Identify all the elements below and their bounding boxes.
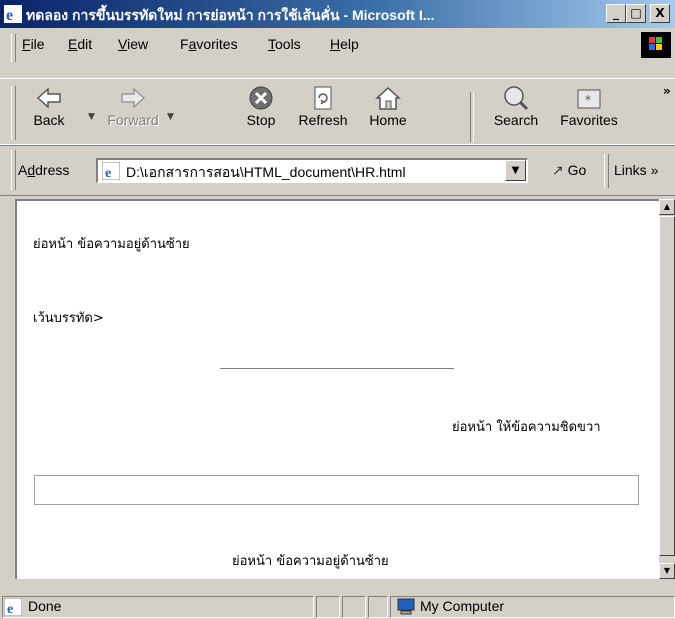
left-paragraph-text: ย่อหน้า ข้อความอยู่ด้านซ้าย [33,237,190,252]
close-button[interactable]: X [650,4,670,23]
menu-favorites[interactable]: Favorites [180,36,238,52]
svg-text:*: * [585,93,591,107]
windows-logo-icon [641,32,671,58]
line-break-text: เว้นบรรทัด> [33,311,104,326]
forward-arrow-icon [121,87,146,109]
address-grip[interactable] [11,150,16,190]
right-aligned-text: ย่อหน้า ให้ข้อความชิดขวา [452,420,601,435]
favorites-folder-icon: * [577,89,601,109]
stop-icon [249,86,273,110]
status-pane-2 [316,596,340,618]
horizontal-rule-thick [34,475,639,505]
maximize-button[interactable]: □ [626,4,646,23]
home-label: Home [369,112,407,128]
toolbar-separator [470,92,474,142]
page-content [15,199,659,579]
my-computer-icon [397,598,415,615]
forward-label: Forward [107,112,159,128]
address-value[interactable]: D:\เอกสารการสอน\HTML_document\HR.html [126,162,406,184]
address-dropdown-icon[interactable]: ▼ [505,160,526,181]
scroll-up-arrow-icon[interactable]: ▲ [659,199,675,215]
scroll-down-arrow-icon[interactable]: ▼ [659,563,675,579]
minimize-button[interactable]: _ [606,4,626,23]
home-icon [375,86,401,110]
toolbar-grip[interactable] [11,86,16,140]
horizontal-rule-centered [220,368,454,370]
links-separator [604,154,609,188]
refresh-label: Refresh [298,112,348,128]
menu-file[interactable]: File [22,36,45,52]
back-label: Back [33,112,65,128]
title-bar[interactable]: e ทดลอง การขึ้นบรรทัดใหม่ การย่อหน้า การ… [0,0,675,28]
favorites-button[interactable]: * Favorites [554,84,624,128]
menu-edit[interactable]: Edit [68,36,92,52]
stop-label: Stop [246,112,276,128]
svg-text:e: e [6,7,13,23]
window-title: ทดลอง การขึ้นบรรทัดใหม่ การย่อหน้า การใช… [26,7,435,23]
status-ie-icon: e [4,598,22,616]
back-dropdown-icon[interactable]: ▼ [88,112,95,122]
address-label: Address [18,162,70,178]
links-button[interactable]: Links » [614,162,658,178]
back-arrow-icon [36,87,61,109]
search-button[interactable]: Search [486,84,546,128]
go-button[interactable]: ↗ Go [552,162,586,179]
ie-logo-icon: e [4,5,22,23]
search-globe-icon [504,86,529,111]
status-text: Done [28,598,62,614]
svg-text:e: e [7,602,13,616]
menu-help[interactable]: Help [330,36,359,52]
search-label: Search [493,112,539,128]
status-pane-4 [368,596,388,618]
forward-dropdown-icon[interactable]: ▼ [167,112,174,122]
stop-button[interactable]: Stop [236,84,286,128]
status-pane-3 [342,596,366,618]
page-ie-icon: e [102,162,120,180]
forward-button[interactable]: Forward [104,84,162,128]
toolbar-more-chevron-icon[interactable]: » [663,84,671,98]
menu-grip[interactable] [11,34,16,62]
svg-text:e: e [105,166,111,180]
home-button[interactable]: Home [360,84,416,128]
menu-tools[interactable]: Tools [268,36,301,52]
status-zone-text: My Computer [420,598,505,614]
menu-view[interactable]: View [118,36,148,52]
back-button[interactable]: Back [24,84,74,128]
refresh-icon [314,86,332,110]
scroll-thumb[interactable] [659,216,675,556]
favorites-label: Favorites [560,112,618,128]
refresh-button[interactable]: Refresh [291,84,355,128]
go-arrow-icon: ↗ [552,162,564,178]
bottom-paragraph-text: ย่อหน้า ข้อความอยู่ด้านซ้าย [232,554,389,569]
